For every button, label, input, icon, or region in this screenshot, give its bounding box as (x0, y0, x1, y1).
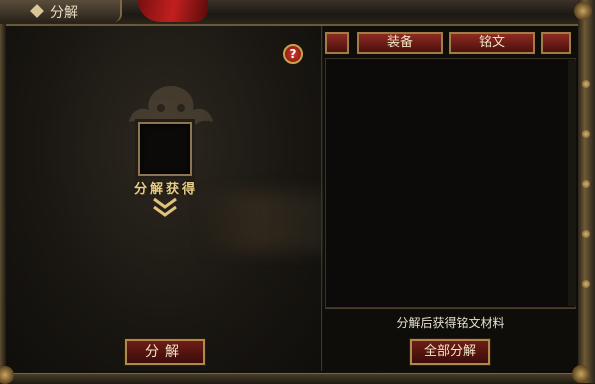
help-icon: ? (289, 47, 297, 61)
title-emblem-icon (30, 4, 44, 18)
item-list[interactable] (325, 58, 576, 308)
tab-inscription[interactable]: 铭文 (449, 32, 535, 54)
material-hint: 分解后获得铭文材料 (396, 316, 505, 330)
tab-next[interactable] (541, 32, 571, 54)
red-ribbon-ornament (138, 0, 208, 22)
border-studs (578, 60, 595, 360)
window-left-border (0, 24, 6, 373)
window-bottom-border (0, 373, 595, 384)
decompose-all-button[interactable]: 全部分解 (410, 339, 490, 365)
obtain-label: 分解获得 (133, 182, 198, 197)
scrollbar[interactable] (568, 60, 576, 306)
tab-previous[interactable] (325, 32, 349, 54)
tab-bar: 装备 铭文 (323, 32, 578, 56)
window-title: 分解 (50, 5, 78, 21)
title-tab: 分解 (0, 0, 122, 22)
tab-equipment[interactable]: 装备 (357, 32, 443, 54)
equipment-slot[interactable] (138, 122, 192, 176)
corner-ornament (572, 365, 590, 383)
corner-ornament (574, 2, 592, 20)
down-chevron-icon (153, 197, 177, 217)
divider (325, 308, 576, 309)
help-button[interactable]: ? (283, 44, 303, 64)
decompose-window: 分解 ? 分解获得 分解 装备 铭文 分解后获得铭文材料 全部分解 (0, 0, 595, 384)
decompose-button[interactable]: 分解 (125, 339, 205, 365)
